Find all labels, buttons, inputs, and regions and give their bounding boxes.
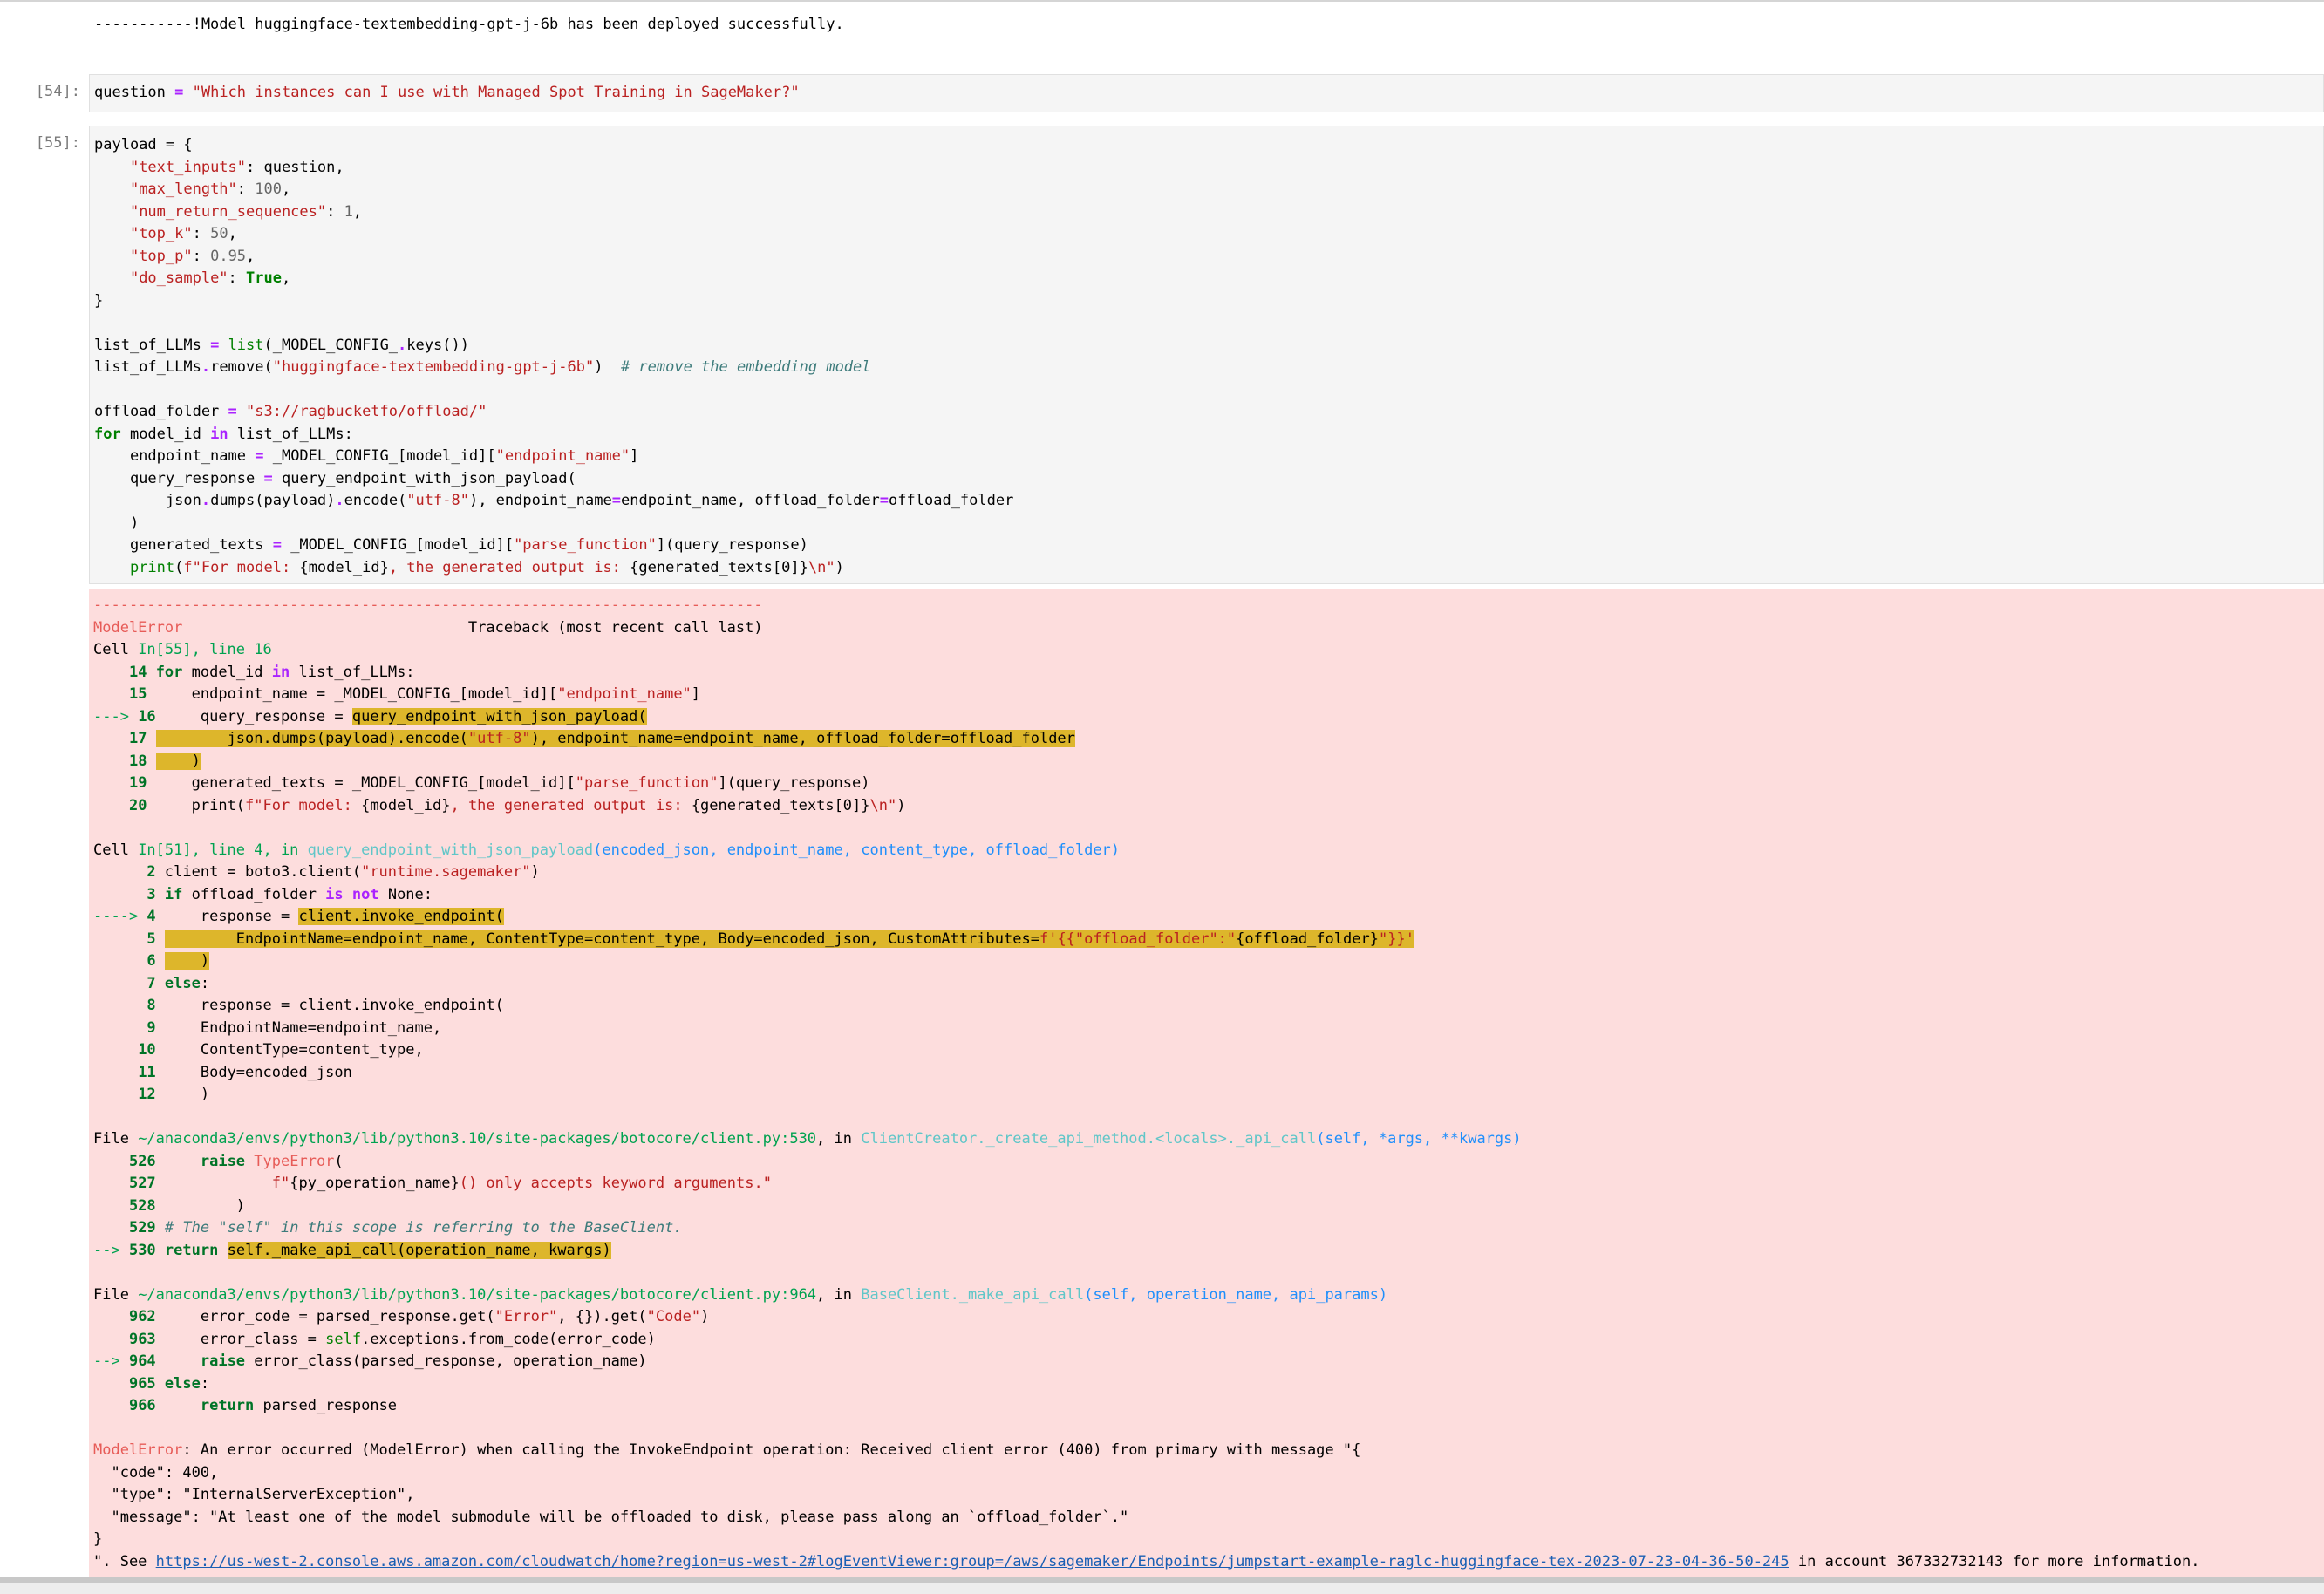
horizontal-scrollbar[interactable] [0, 1577, 2324, 1583]
tb-header: ModelError Traceback (most recent call l… [93, 618, 763, 637]
error-traceback: ----------------------------------------… [89, 589, 2324, 1577]
code-token: = [165, 84, 193, 101]
cell-prompt-54: [54]: [35, 83, 80, 100]
code-line: list_of_LLMs.remove("huggingface-textemb… [94, 358, 871, 376]
code-line: "num_return_sequences": 1, [129, 202, 363, 221]
tb-final-error: ModelError: An error occurred (ModelErro… [93, 1441, 1361, 1459]
code-line: "max_length": 100, [129, 181, 291, 198]
code-line: "top_k": 50, [129, 225, 237, 242]
tb-line: 6 ) [147, 952, 210, 970]
code-line: payload = { [94, 136, 193, 153]
code-line: json.dumps(payload).encode("utf-8"), end… [94, 492, 1014, 509]
top-border [0, 0, 2324, 2]
tb-see-line: ". See https://us-west-2.console.aws.ama… [93, 1552, 2200, 1570]
tb-line: 962 error_code = parsed_response.get("Er… [128, 1308, 710, 1325]
tb-line: 12 ) [138, 1086, 210, 1103]
tb-line: 17 json.dumps(payload).encode("utf-8"), … [128, 730, 1075, 747]
code-line: offload_folder = "s3://ragbucketfo/offlo… [94, 403, 487, 420]
tb-line: 14 for model_id in list_of_LLMs: [128, 663, 415, 681]
code-line: generated_texts = _MODEL_CONFIG_[model_i… [94, 536, 808, 554]
code-line: endpoint_name = _MODEL_CONFIG_[model_id]… [94, 447, 639, 465]
tb-cell-ref: Cell In[55], line 16 [93, 641, 272, 658]
tb-line: 528 ) [128, 1196, 246, 1215]
tb-line-current: --> 530 return self._make_api_call(opera… [93, 1241, 611, 1259]
tb-line: 2 client = boto3.client("runtime.sagemak… [147, 863, 540, 881]
tb-json-line: } [93, 1530, 103, 1548]
code-line: "top_p": 0.95, [129, 247, 256, 265]
tb-line: 8 response = client.invoke_endpoint( [147, 997, 504, 1014]
code-string: "Which instances can I use with Managed … [192, 84, 800, 101]
tb-line: 5 EndpointName=endpoint_name, ContentTyp… [147, 930, 1414, 948]
tb-json-line: "type": "InternalServerException", [93, 1486, 415, 1503]
cell-prompt-55: [55]: [35, 134, 80, 152]
deploy-output: -----------!Model huggingface-textembedd… [94, 16, 844, 33]
tb-json-line: "code": 400, [93, 1463, 219, 1482]
code-line: for model_id in list_of_LLMs: [94, 425, 353, 443]
tb-line: 3 if offload_folder is not None: [147, 885, 433, 903]
tb-line: 15 endpoint_name = _MODEL_CONFIG_[model_… [128, 685, 701, 703]
code-line: list_of_LLMs = list(_MODEL_CONFIG_.keys(… [94, 336, 469, 354]
tb-line: 11 Body=encoded_json [138, 1063, 352, 1081]
tb-line: 18 ) [128, 752, 201, 770]
tb-line-current: --> 964 raise error_class(parsed_respons… [93, 1352, 647, 1370]
tb-file-ref: File ~/anaconda3/envs/python3/lib/python… [93, 1285, 1388, 1304]
tb-line: 965 else: [128, 1374, 210, 1393]
tb-line: 10 ContentType=content_type, [138, 1041, 424, 1059]
tb-line: 19 generated_texts = _MODEL_CONFIG_[mode… [128, 774, 870, 792]
cell-54-input[interactable]: question = "Which instances can I use wi… [89, 74, 2324, 112]
cell-55-input[interactable]: payload = { "text_inputs": question, "ma… [89, 126, 2324, 584]
cloudwatch-log-link[interactable]: https://us-west-2.console.aws.amazon.com… [156, 1553, 1789, 1570]
code-line: print(f"For model: {model_id}, the gener… [129, 558, 844, 576]
code-line: } [94, 291, 104, 310]
tb-line: 963 error_class = self.exceptions.from_c… [128, 1330, 656, 1348]
code-line: ) [94, 514, 140, 532]
tb-line: 20 print(f"For model: {model_id}, the ge… [128, 796, 906, 814]
code-line: query_response = query_endpoint_with_jso… [94, 469, 576, 487]
tb-line: 7 else: [147, 974, 210, 992]
tb-json-line: "message": "At least one of the model su… [93, 1508, 1129, 1526]
tb-line-current: ----> 4 response = client.invoke_endpoin… [93, 908, 504, 925]
tb-line: 9 EndpointName=endpoint_name, [147, 1018, 442, 1037]
tb-line: 526 raise TypeError( [128, 1152, 344, 1170]
code-line: "text_inputs": question, [129, 158, 344, 176]
tb-line: 529 # The "self" in this scope is referr… [128, 1219, 683, 1236]
tb-cell-ref: Cell In[51], line 4, in query_endpoint_w… [93, 841, 1121, 859]
tb-line-current: ---> 16 query_response = query_endpoint_… [93, 707, 647, 725]
tb-file-ref: File ~/anaconda3/envs/python3/lib/python… [93, 1130, 1522, 1148]
tb-dashes: ----------------------------------------… [93, 596, 763, 614]
code-line: "do_sample": True, [129, 269, 291, 287]
code-token: question [94, 84, 166, 101]
tb-line: 966 return parsed_response [128, 1397, 398, 1414]
tb-line: 527 f"{py_operation_name}() only accepts… [128, 1175, 772, 1192]
